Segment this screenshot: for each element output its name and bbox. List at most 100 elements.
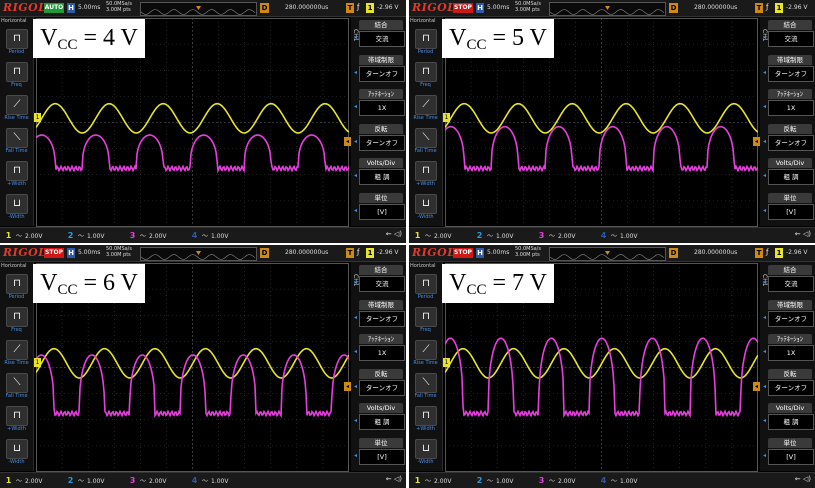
- menu-value-button[interactable]: 粗 調: [359, 414, 405, 430]
- channel-1-tab[interactable]: 1 ～ 2.00V: [413, 475, 452, 487]
- measure-rise-time-button[interactable]: ⟋: [415, 95, 437, 115]
- measure-label: Rise Time: [413, 115, 438, 121]
- horizontal-badge: H: [476, 248, 484, 258]
- menu-value-button[interactable]: ターンオフ: [768, 310, 814, 327]
- measure-rise-time-button[interactable]: ⟋: [6, 340, 28, 360]
- measure-rise-time-button[interactable]: ⟋: [415, 340, 437, 360]
- measure-label: +Width: [7, 426, 26, 432]
- channel-1-tab[interactable]: 1 ～ 2.00V: [4, 475, 43, 487]
- menu-value-button[interactable]: 1X: [359, 345, 405, 361]
- measure--width-button[interactable]: ⊔: [6, 439, 28, 459]
- channel-2-tab[interactable]: 2 ～ 1.00V: [66, 475, 105, 487]
- channel-3-tab[interactable]: 3 ～ 2.00V: [128, 475, 167, 487]
- measure--width-button[interactable]: ⊔: [415, 194, 437, 214]
- menu-label: Volts/Div: [359, 158, 403, 168]
- menu-value-button[interactable]: [V]: [359, 448, 405, 465]
- channel-scale: 2.00V: [434, 233, 452, 240]
- trigger-edge-icon: ƒ: [357, 3, 360, 11]
- delay-badge: D: [669, 248, 678, 258]
- menu-value-button[interactable]: 1X: [768, 100, 814, 116]
- menu-value-button[interactable]: ターンオフ: [768, 379, 814, 396]
- trigger-level-marker[interactable]: ◂: [753, 137, 760, 147]
- channel-1-tab[interactable]: 1 ～ 2.00V: [4, 230, 43, 242]
- measure-label: Rise Time: [4, 360, 29, 366]
- measure-freq-button[interactable]: ⊓: [6, 307, 28, 327]
- run-state-badge[interactable]: STOP: [453, 3, 473, 13]
- waveform-position-bar: [549, 247, 666, 261]
- measure-freq-button[interactable]: ⊓: [6, 62, 28, 82]
- channel-4-tab[interactable]: 4 ～ 1.00V: [599, 230, 638, 242]
- time-per-div: 5.00ms: [487, 4, 510, 11]
- measure-label: +Width: [416, 426, 435, 432]
- channel-3-tab[interactable]: 3 ～ 2.00V: [128, 230, 167, 242]
- menu-value-button[interactable]: ターンオフ: [359, 65, 405, 82]
- trigger-level-marker[interactable]: ◂: [753, 382, 760, 392]
- delay-badge: D: [260, 3, 269, 13]
- ch1-offset-marker[interactable]: 1: [34, 113, 41, 123]
- menu-value-button[interactable]: 交流: [768, 276, 814, 292]
- measure-period-button[interactable]: ⊓: [6, 274, 28, 294]
- measure-freq-button[interactable]: ⊓: [415, 62, 437, 82]
- ch1-offset-marker[interactable]: 1: [443, 113, 450, 123]
- menu-value-button[interactable]: 粗 調: [359, 169, 405, 185]
- position-bar-wave: [140, 254, 256, 260]
- channel-3-tab[interactable]: 3 ～ 2.00V: [537, 230, 576, 242]
- menu-value-button[interactable]: 1X: [768, 345, 814, 361]
- channel-number: 4: [191, 476, 198, 485]
- channel-4-tab[interactable]: 4 ～ 1.00V: [599, 475, 638, 487]
- measure-fall-time-button[interactable]: ⟍: [6, 128, 28, 148]
- menu-value-button[interactable]: 粗 調: [768, 169, 814, 185]
- run-state-badge[interactable]: STOP: [453, 248, 473, 258]
- menu-value-button[interactable]: 1X: [359, 100, 405, 116]
- ch1-offset-marker[interactable]: 1: [34, 358, 41, 368]
- trigger-level-marker[interactable]: ◂: [344, 382, 351, 392]
- ch1-offset-marker[interactable]: 1: [443, 358, 450, 368]
- menu-value-button[interactable]: ターンオフ: [359, 379, 405, 396]
- trigger-level-marker[interactable]: ◂: [344, 137, 351, 147]
- menu-value-button[interactable]: [V]: [768, 448, 814, 465]
- measure--width-button[interactable]: ⊓: [415, 406, 437, 426]
- menu-value-button[interactable]: ターンオフ: [359, 134, 405, 151]
- menu-value-button[interactable]: 交流: [359, 31, 405, 47]
- channel-4-tab[interactable]: 4 ～ 1.00V: [190, 475, 229, 487]
- measure-fall-time-button[interactable]: ⟍: [415, 128, 437, 148]
- measure-rise-time-button[interactable]: ⟋: [6, 95, 28, 115]
- menu-label: 結合: [768, 20, 812, 30]
- channel-2-tab[interactable]: 2 ～ 1.00V: [475, 475, 514, 487]
- measure--width-button[interactable]: ⊓: [6, 406, 28, 426]
- run-state-badge[interactable]: AUTO: [44, 3, 64, 13]
- measure-period-button[interactable]: ⊓: [415, 274, 437, 294]
- measure-period-button[interactable]: ⊓: [415, 29, 437, 49]
- menu-value-button[interactable]: 交流: [359, 276, 405, 292]
- menu-value-button[interactable]: [V]: [768, 203, 814, 220]
- run-state-badge[interactable]: STOP: [44, 248, 64, 258]
- trigger-badge: T: [346, 3, 354, 13]
- measure-label: Freq: [11, 327, 22, 333]
- menu-label: Volts/Div: [768, 403, 812, 413]
- coupling-icon: ～: [425, 478, 432, 485]
- channel-3-tab[interactable]: 3 ～ 2.00V: [537, 475, 576, 487]
- menu-value-button[interactable]: ターンオフ: [359, 310, 405, 327]
- menu-pointer-icon: ◂: [763, 68, 767, 76]
- menu-pointer-icon: ◂: [354, 206, 358, 214]
- channel-scale: 1.00V: [496, 478, 514, 485]
- menu-value-button[interactable]: [V]: [359, 203, 405, 220]
- coupling-icon: ～: [140, 233, 147, 240]
- menu-value-button[interactable]: 交流: [768, 31, 814, 47]
- channel-4-tab[interactable]: 4 ～ 1.00V: [190, 230, 229, 242]
- measure-freq-button[interactable]: ⊓: [415, 307, 437, 327]
- channel-2-tab[interactable]: 2 ～ 1.00V: [475, 230, 514, 242]
- menu-value-button[interactable]: ターンオフ: [768, 65, 814, 82]
- measure--width-button[interactable]: ⊔: [415, 439, 437, 459]
- measure-period-button[interactable]: ⊓: [6, 29, 28, 49]
- delay-badge: D: [260, 248, 269, 258]
- measure--width-button[interactable]: ⊓: [415, 161, 437, 181]
- measure--width-button[interactable]: ⊓: [6, 161, 28, 181]
- channel-1-tab[interactable]: 1 ～ 2.00V: [413, 230, 452, 242]
- menu-value-button[interactable]: ターンオフ: [768, 134, 814, 151]
- measure--width-button[interactable]: ⊔: [6, 194, 28, 214]
- channel-2-tab[interactable]: 2 ～ 1.00V: [66, 230, 105, 242]
- measure-fall-time-button[interactable]: ⟍: [6, 373, 28, 393]
- measure-fall-time-button[interactable]: ⟍: [415, 373, 437, 393]
- menu-value-button[interactable]: 粗 調: [768, 414, 814, 430]
